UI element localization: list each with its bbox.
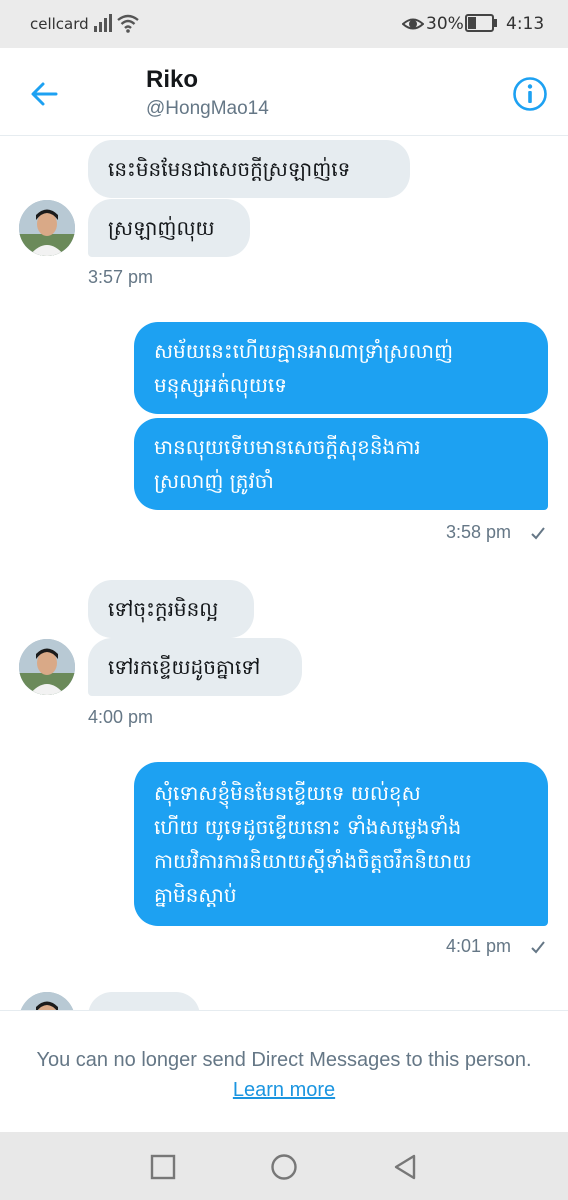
home-circle-icon[interactable]: [269, 1152, 299, 1182]
message-text: គ្នាមិនស្ដាប់: [154, 883, 237, 907]
message-text: សម័យនេះហើយគ្មានអាណាទ្រាំស្រលាញ់: [154, 339, 454, 363]
outgoing-message-bubble[interactable]: សុំទោសខ្ញុំមិនមែនខ្ទើយទេ យល់ខុស ហើយ យូទេ…: [134, 762, 548, 926]
message-text: មានលុយទើបមានសេចក្ដីសុខនិងការ: [154, 435, 421, 459]
avatar[interactable]: [19, 639, 75, 695]
check-icon: [531, 527, 545, 540]
notice-text: You can no longer send Direct Messages t…: [36, 1049, 532, 1071]
outgoing-message-bubble[interactable]: មានលុយទើបមានសេចក្ដីសុខនិងការ ស្រលាញ់ ត្រ…: [134, 418, 548, 510]
avatar-icon: [19, 639, 75, 695]
dm-disabled-notice: You can no longer send Direct Messages t…: [20, 1045, 548, 1105]
battery-percent: 30%: [426, 14, 464, 34]
battery-icon: [465, 14, 497, 32]
incoming-message-bubble[interactable]: ស្រឡាញ់លុយ: [88, 199, 250, 257]
message-timestamp: 3:57 pm: [88, 267, 154, 287]
contact-handle: @HongMao14: [146, 98, 269, 119]
message-text: ទៅចុះក្ដរមិនល្អ: [108, 597, 219, 621]
message-text: មនុស្សអត់លុយទេ: [154, 373, 287, 397]
recents-square-icon[interactable]: [148, 1152, 178, 1182]
message-text: ស្រឡាញ់លុយ: [108, 216, 215, 240]
back-arrow-icon[interactable]: [26, 76, 62, 112]
message-text: សុំទោសខ្ញុំមិនមែនខ្ទើយទេ យល់ខុស: [154, 781, 421, 805]
incoming-message-bubble[interactable]: ទៅចុះក្ដរមិនល្អ: [88, 580, 254, 638]
message-text: ហើយ យូទេដូចខ្ទើយនោះ ទាំងសម្លេងទាំង: [154, 815, 462, 839]
status-time: 4:13: [506, 14, 545, 34]
status-bar: cellcard 30% 4:13: [0, 0, 568, 48]
message-timestamp: 4:00 pm: [88, 707, 154, 727]
info-circle-icon[interactable]: [512, 76, 548, 112]
incoming-message-bubble[interactable]: នេះមិនមែនជាសេចក្ដីស្រឡាញ់ទេ: [88, 140, 410, 198]
incoming-message-bubble[interactable]: ទៅរកខ្ទើយដូចគ្នាទៅ: [88, 638, 302, 696]
dm-disabled-footer: You can no longer send Direct Messages t…: [0, 1010, 568, 1132]
contact-name: Riko: [146, 66, 199, 93]
message-text: ស្រលាញ់ ត្រូវចាំ: [154, 469, 274, 493]
message-timestamp: 4:01 pm: [446, 936, 512, 956]
message-text: កាយវិការការនិយាយស្ដីទាំងចិត្តចរឹកនិយាយ: [154, 849, 472, 873]
carrier-label: cellcard: [30, 15, 89, 33]
outgoing-message-bubble[interactable]: សម័យនេះហើយគ្មានអាណាទ្រាំស្រលាញ់ មនុស្សអត…: [134, 322, 548, 414]
wifi-icon: [117, 14, 139, 33]
back-triangle-icon[interactable]: [390, 1152, 420, 1182]
avatar-icon: [19, 200, 75, 256]
system-nav-bar: [0, 1132, 568, 1200]
message-timestamp: 3:58 pm: [446, 522, 512, 542]
message-text: ទៅរកខ្ទើយដូចគ្នាទៅ: [108, 655, 261, 679]
message-text: នេះមិនមែនជាសេចក្ដីស្រឡាញ់ទេ: [108, 157, 351, 181]
avatar[interactable]: [19, 200, 75, 256]
eye-icon: [402, 18, 424, 30]
learn-more-link[interactable]: Learn more: [233, 1079, 335, 1101]
signal-icon: [94, 14, 112, 32]
conversation-header: Riko @HongMao14: [0, 48, 568, 136]
check-icon: [531, 941, 545, 954]
